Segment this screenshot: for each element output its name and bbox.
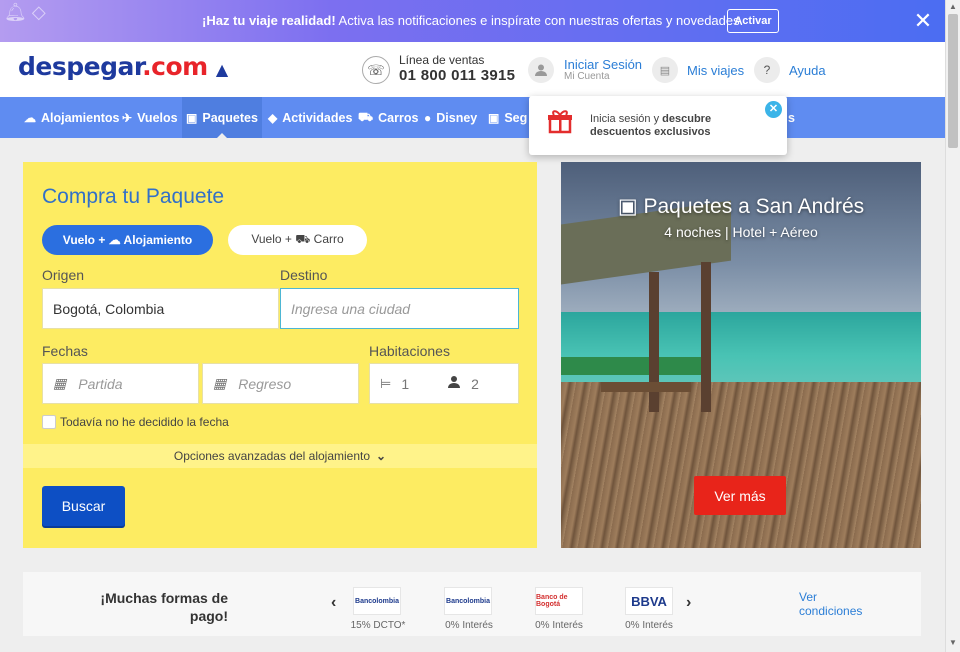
close-icon[interactable]: ✕ [912,10,934,32]
undecided-label: Todavía no he decidido la fecha [60,415,229,429]
start-date-input[interactable]: ▦ Partida [42,363,199,404]
search-button[interactable]: Buscar [42,486,125,526]
nav-item-carros[interactable]: ⛟ Carros [358,97,418,138]
bank-label: 0% Interés [535,620,583,631]
advanced-options-toggle[interactable]: Opciones avanzadas del alojamiento ⌄ [23,444,537,468]
nav-item-seguros[interactable]: ▣ Seg [488,97,527,138]
my-trips-link[interactable]: Mis viajes [687,63,744,78]
nav-item-more[interactable]: s [788,97,795,138]
nav-label: Disney [436,110,478,125]
help-icon[interactable]: ? [754,57,780,83]
activate-button[interactable]: Activar [727,9,779,33]
nav-label: Paquetes [202,110,258,125]
flight-hotel-option[interactable]: Vuelo + ☁ Alojamiento [42,225,213,255]
account-sublabel: Mi Cuenta [564,71,610,82]
undecided-checkbox[interactable] [42,415,56,429]
car-icon: ⛟ [358,109,374,124]
popup-text: Inicia sesión y descubre descuentos exclu… [590,113,712,138]
sales-phone: 01 800 011 3915 [399,67,516,84]
promo-subtitle: 4 noches | Hotel + Aéreo [664,224,818,240]
form-title: Compra tu Paquete [42,185,225,208]
nav-item-alojamientos[interactable]: ☁ Alojamientos [24,97,120,138]
promo-post [701,262,711,412]
scrollbar-thumb[interactable] [948,14,958,148]
logo[interactable]: despegar.com ▲ [18,52,228,81]
suitcase-icon: ▣ [617,195,638,218]
calendar-icon: ▦ [213,375,227,391]
end-date-placeholder: Regreso [238,375,292,392]
promo-banner[interactable]: ▣ Paquetes a San Andrés 4 noches | Hotel… [561,162,921,548]
destination-label: Destino [280,267,328,283]
nav-label: Vuelos [137,110,178,125]
scroll-up-icon[interactable]: ▲ [949,2,957,11]
gift-icon [547,108,572,134]
promo-rail [561,357,706,375]
plane-icon: ✈ [122,110,133,125]
start-date-placeholder: Partida [78,375,123,392]
hotel-icon: ☁ [24,110,36,125]
payment-title: ¡Muchas formas de pago! [100,590,228,624]
notification-bar: 🔔︎ ◇ ¡Haz tu viaje realidad! Activa las … [0,0,945,42]
mickey-icon: ● [424,110,432,125]
person-icon [447,375,461,392]
rooms-label: Habitaciones [369,343,450,359]
rooms-count: 1 [401,375,410,392]
nav-label: s [788,110,795,125]
trips-icon[interactable]: ▤ [652,57,678,83]
nav-label: Alojamientos [41,110,120,125]
origin-label: Origen [42,267,85,283]
bank-logo: Bancolombia [444,587,492,615]
scrollbar[interactable]: ▲ ▼ [945,0,960,652]
bank-label: 0% Interés [445,620,493,631]
chevron-right-icon[interactable]: › [686,594,691,612]
chevron-left-icon[interactable]: ‹ [331,594,336,612]
bed-icon: ⊨ [380,375,392,391]
bank-label: 15% DCTO* [350,620,406,631]
bank-logo: Banco de Bogotá [535,587,583,615]
see-more-button[interactable]: Ver más [694,476,786,515]
bell-icon: 🔔︎ ◇ [4,2,46,22]
close-icon[interactable]: ✕ [765,101,782,118]
nav-item-actividades[interactable]: ◆ Actividades [268,97,352,138]
help-link[interactable]: Ayuda [789,63,826,78]
nav-label: Carros [378,110,419,125]
chevron-down-icon: ⌄ [376,449,387,463]
flight-car-option[interactable]: Vuelo + ⛟ Carro [228,225,367,255]
nav-label: Seg [504,110,528,125]
login-promo-popup: Inicia sesión y descubre descuentos exclu… [529,96,787,155]
shield-icon: ▣ [488,110,500,125]
bank-label: 0% Interés [625,620,673,631]
conditions-link[interactable]: Ver condiciones [799,590,869,618]
people-count: 2 [471,375,479,392]
rooms-selector[interactable]: ⊨ 1 2 [369,363,519,404]
ticket-icon: ◆ [268,110,278,125]
nav-item-disney[interactable]: ● Disney [424,97,477,138]
destination-input[interactable]: Ingresa una ciudad [280,288,519,329]
promo-title: ▣ Paquetes a San Andrés [617,195,865,218]
origin-input[interactable]: Bogotá, Colombia [42,288,279,329]
calendar-icon: ▦ [53,375,67,391]
scroll-down-icon[interactable]: ▼ [949,638,957,647]
suitcase-icon: ▣ [186,110,198,125]
end-date-input[interactable]: ▦ Regreso [202,363,359,404]
main-nav: ☁ Alojamientos ✈ Vuelos ▣ Paquetes ◆ Activid… [0,97,945,138]
promo-bench [601,382,691,392]
dates-label: Fechas [42,343,88,359]
nav-item-vuelos[interactable]: ✈ Vuelos [122,97,178,138]
sales-label: Línea de ventas [399,53,485,67]
promo-deck [561,382,921,548]
nav-label: Actividades [282,110,353,125]
phone-icon: ☏ [362,56,390,84]
nav-item-paquetes[interactable]: ▣ Paquetes [182,97,262,138]
advanced-options-label: Opciones avanzadas del alojamiento [173,449,371,463]
bank-logo: BBVA [625,587,673,615]
notification-text: ¡Haz tu viaje realidad! Activa las notif… [202,13,744,28]
user-icon[interactable] [528,57,554,83]
login-link[interactable]: Iniciar Sesión [564,57,642,72]
bank-logo: Bancolombia [353,587,401,615]
